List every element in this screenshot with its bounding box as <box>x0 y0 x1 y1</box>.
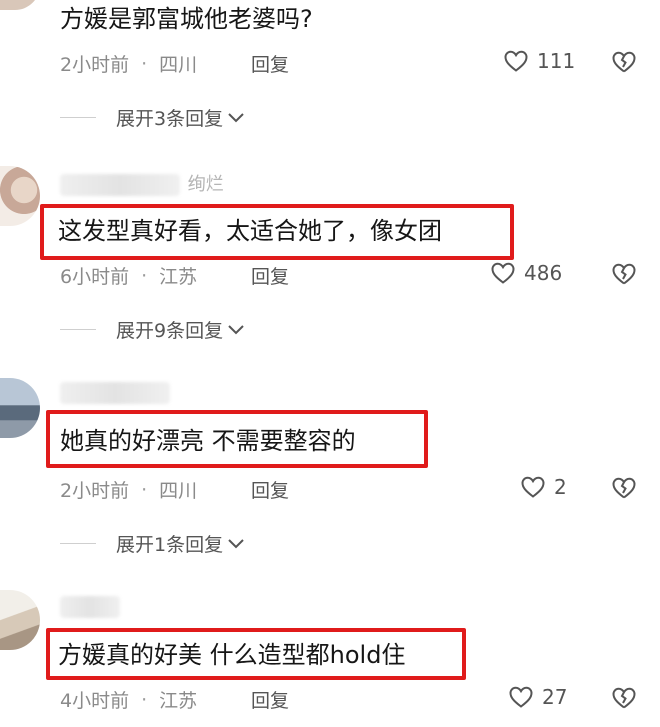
like-button[interactable]: 2 <box>520 475 567 499</box>
comment-time: 4小时前 <box>60 690 130 712</box>
divider-line <box>60 117 96 118</box>
username[interactable] <box>60 596 122 618</box>
comment-time: 2小时前 <box>60 54 130 76</box>
blurred-name <box>60 596 120 618</box>
avatar[interactable] <box>0 590 40 650</box>
heart-outline-icon <box>491 262 515 284</box>
divider-line <box>60 543 96 544</box>
heart-outline-icon <box>521 476 545 498</box>
broken-heart-icon[interactable] <box>611 50 637 74</box>
username[interactable] <box>60 382 172 404</box>
comment-text: 这发型真好看，太适合她了，像女团 <box>58 217 442 245</box>
avatar[interactable] <box>0 166 40 226</box>
comment-location: 四川 <box>159 480 198 502</box>
comment-location: 江苏 <box>159 690 198 712</box>
blurred-name <box>60 174 180 196</box>
divider-line <box>60 329 96 330</box>
avatar[interactable] <box>0 378 40 438</box>
like-button[interactable]: 486 <box>490 261 562 285</box>
comment-meta: 2小时前 · 四川 <box>60 476 197 503</box>
like-count: 486 <box>524 261 563 285</box>
comment-location: 江苏 <box>159 266 198 288</box>
broken-heart-icon[interactable] <box>611 476 637 500</box>
reply-button[interactable]: 回复 <box>251 476 289 503</box>
comment-meta: 4小时前 · 江苏 <box>60 686 197 713</box>
like-button[interactable]: 27 <box>508 685 567 709</box>
blurred-name <box>60 382 170 404</box>
separator-dot: · <box>141 52 148 75</box>
expand-replies-button[interactable]: 展开9条回复 <box>60 316 245 343</box>
expand-label: 展开1条回复 <box>116 534 224 556</box>
username-tail: 绚烂 <box>187 174 224 195</box>
expand-replies-button[interactable]: 展开3条回复 <box>60 104 245 131</box>
like-count: 111 <box>537 49 576 73</box>
heart-outline-icon <box>509 686 533 708</box>
chevron-down-icon <box>228 324 244 334</box>
like-count: 2 <box>554 475 567 499</box>
username[interactable]: 绚烂 <box>60 170 224 196</box>
expand-label: 展开9条回复 <box>116 320 224 342</box>
separator-dot: · <box>141 264 148 287</box>
comment-text: 方媛是郭富城他老婆吗? <box>60 5 313 33</box>
broken-heart-icon[interactable] <box>611 686 637 710</box>
comment-location: 四川 <box>159 54 198 76</box>
heart-outline-icon <box>504 50 528 72</box>
reply-button[interactable]: 回复 <box>251 686 289 713</box>
reply-button[interactable]: 回复 <box>251 50 289 77</box>
avatar[interactable] <box>0 0 40 10</box>
comment-text: 方媛真的好美 什么造型都hold住 <box>58 641 406 669</box>
comment-meta: 2小时前 · 四川 <box>60 50 197 77</box>
comment-meta: 6小时前 · 江苏 <box>60 262 197 289</box>
separator-dot: · <box>141 688 148 711</box>
expand-replies-button[interactable]: 展开1条回复 <box>60 530 245 557</box>
chevron-down-icon <box>228 538 244 548</box>
like-button[interactable]: 111 <box>503 49 575 73</box>
chevron-down-icon <box>228 112 244 122</box>
like-count: 27 <box>542 685 568 709</box>
separator-dot: · <box>141 478 148 501</box>
expand-label: 展开3条回复 <box>116 108 224 130</box>
comment-text: 她真的好漂亮 不需要整容的 <box>60 427 356 455</box>
broken-heart-icon[interactable] <box>611 262 637 286</box>
comment-time: 2小时前 <box>60 480 130 502</box>
reply-button[interactable]: 回复 <box>251 262 289 289</box>
comment-time: 6小时前 <box>60 266 130 288</box>
